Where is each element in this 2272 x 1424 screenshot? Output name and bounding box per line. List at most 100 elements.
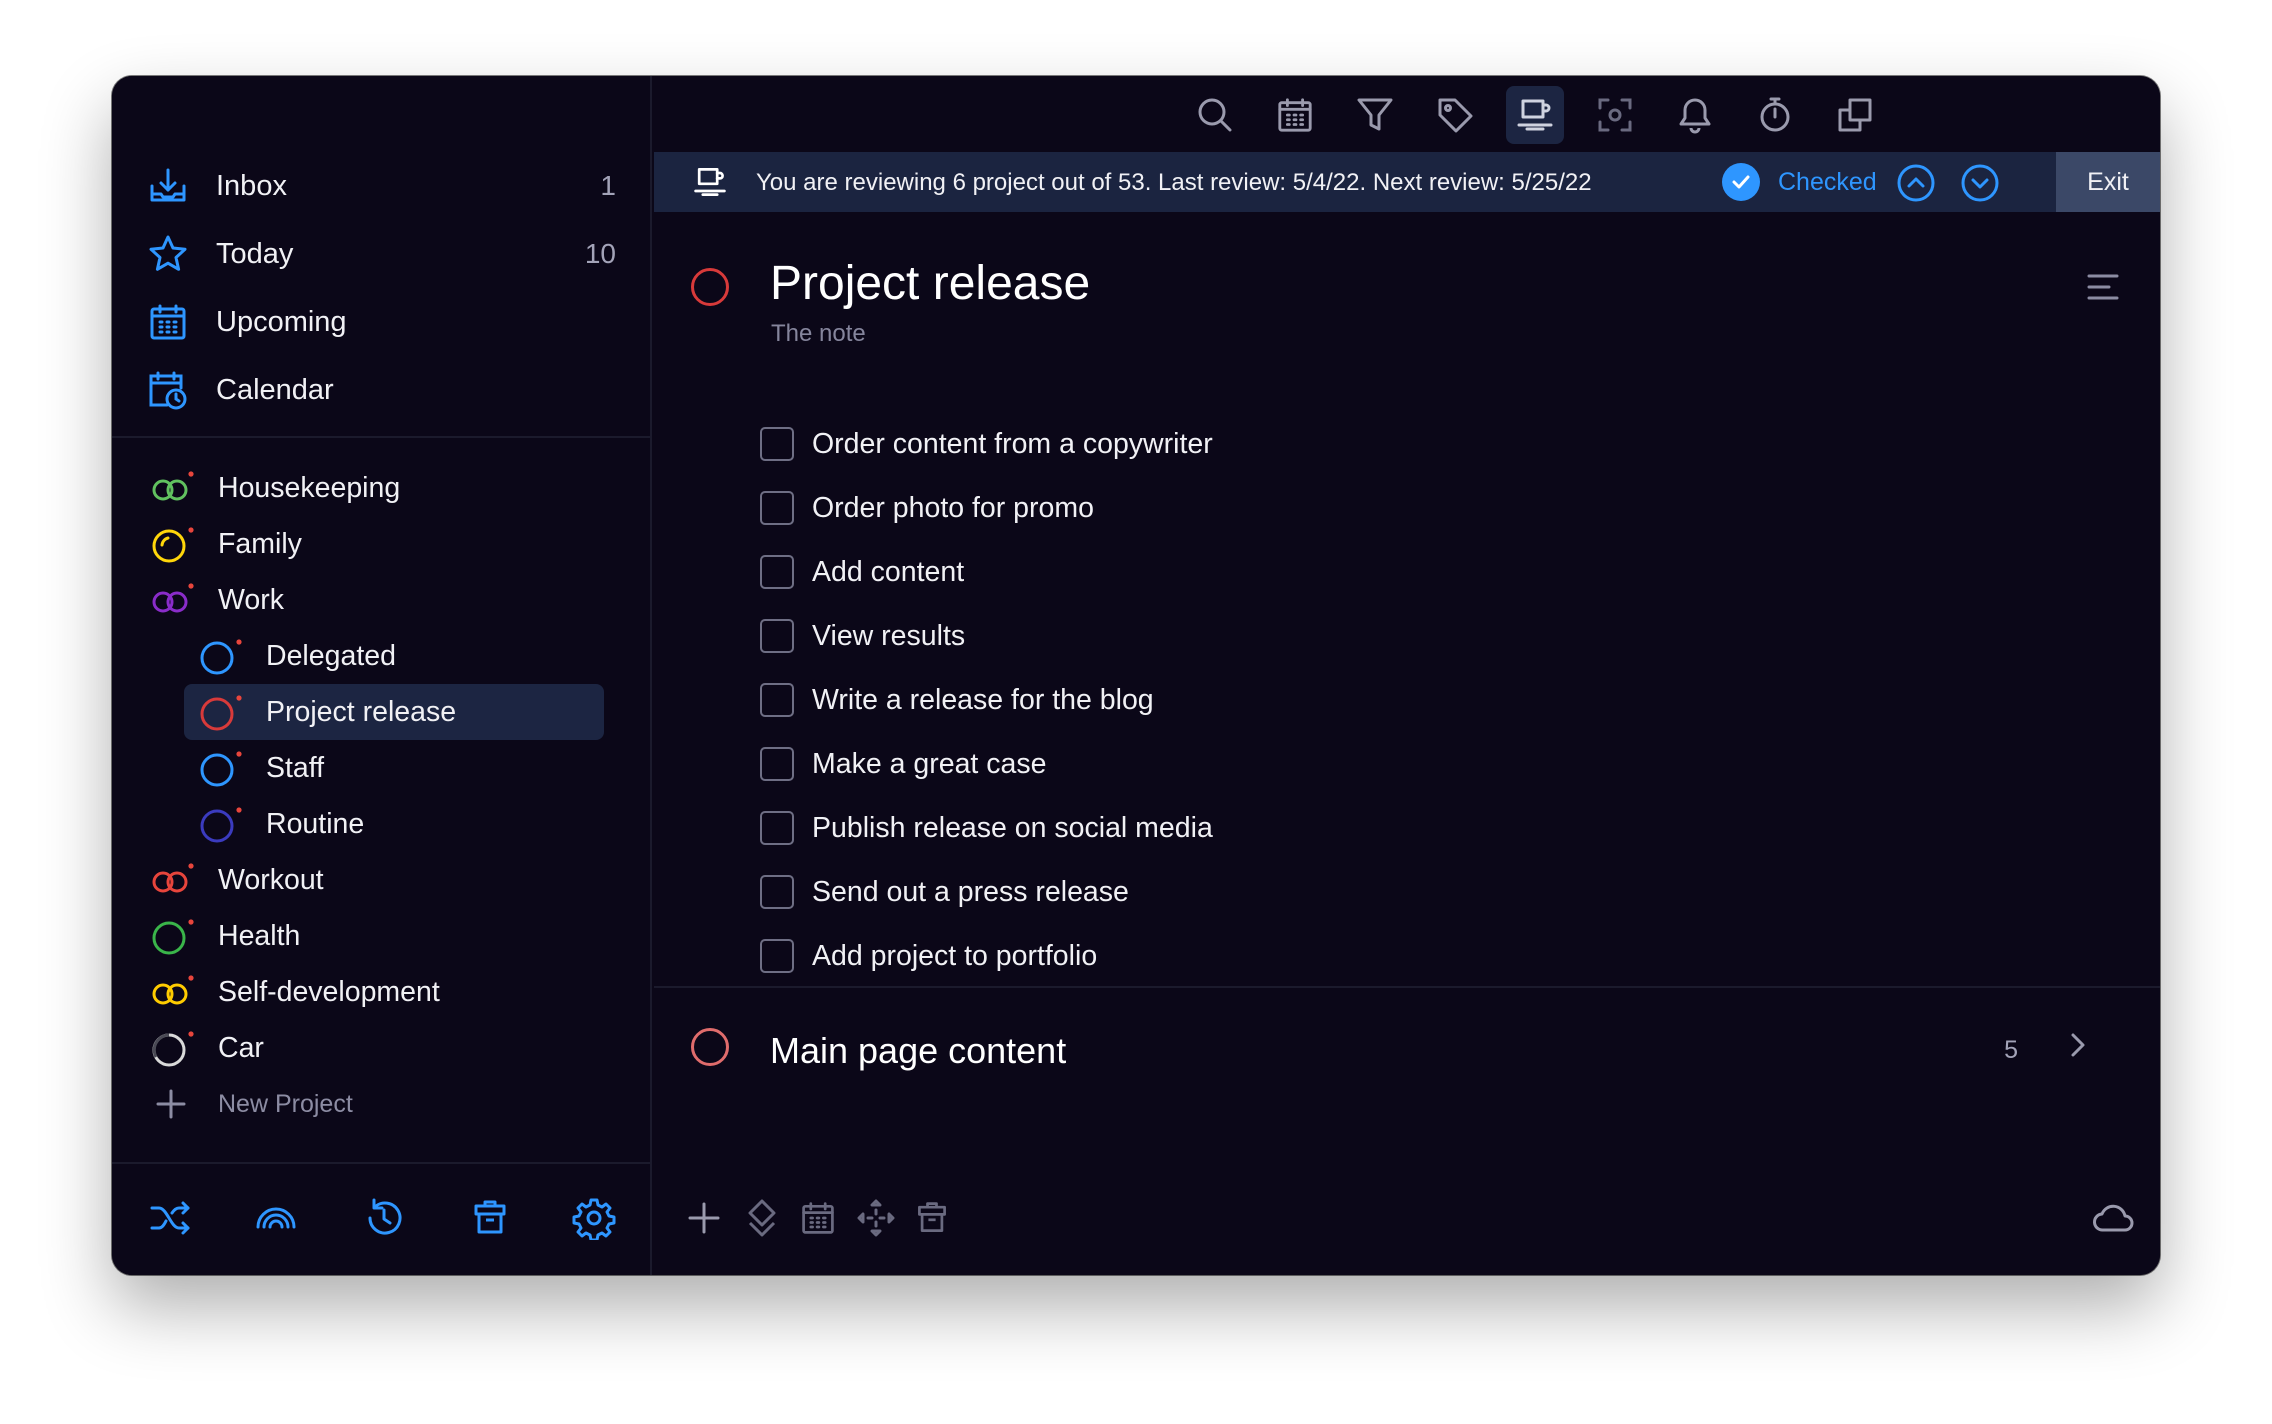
infinity-icon bbox=[148, 969, 194, 1015]
history-icon[interactable] bbox=[360, 1194, 408, 1242]
task-checkbox[interactable] bbox=[760, 427, 794, 461]
review-status-text: You are reviewing 6 project out of 53. L… bbox=[756, 169, 1592, 196]
next-project-button[interactable] bbox=[1960, 163, 2000, 210]
project-housekeeping[interactable]: Housekeeping bbox=[148, 460, 604, 516]
new-project-label: New Project bbox=[218, 1089, 353, 1118]
previous-project-button[interactable] bbox=[1896, 163, 1936, 210]
task-row[interactable]: Send out a press release bbox=[654, 860, 2160, 924]
app-window: Inbox 1 Today 10 Upcoming Calendar House… bbox=[112, 76, 2160, 1275]
move-arrows-icon[interactable] bbox=[852, 1194, 900, 1242]
windows-icon[interactable] bbox=[1826, 86, 1884, 144]
project-note[interactable]: The note bbox=[771, 320, 866, 348]
search-icon[interactable] bbox=[1186, 86, 1244, 144]
trash-icon[interactable] bbox=[466, 1194, 514, 1242]
project-label: Health bbox=[218, 919, 301, 952]
project-work[interactable]: Work bbox=[148, 572, 604, 628]
calendar-icon[interactable] bbox=[794, 1194, 842, 1242]
review-banner: You are reviewing 6 project out of 53. L… bbox=[654, 152, 2160, 212]
nav-item-label: Calendar bbox=[216, 373, 334, 406]
task-checkbox[interactable] bbox=[760, 875, 794, 909]
nav-item-label: Upcoming bbox=[216, 305, 347, 338]
review-cup-icon bbox=[692, 164, 728, 207]
task-row[interactable]: Make a great case bbox=[654, 732, 2160, 796]
checklist-diamond-icon[interactable] bbox=[738, 1194, 786, 1242]
main-bottom-bar bbox=[654, 1188, 2160, 1248]
shuffle-icon[interactable] bbox=[146, 1194, 194, 1242]
task-checkbox[interactable] bbox=[760, 555, 794, 589]
cloud-sync-icon[interactable] bbox=[2090, 1194, 2138, 1242]
sidebar-nav: Inbox 1 Today 10 Upcoming Calendar bbox=[112, 152, 652, 424]
nav-item-today[interactable]: Today 10 bbox=[112, 220, 652, 288]
task-row[interactable]: Add content bbox=[654, 540, 2160, 604]
project-delegated[interactable]: Delegated bbox=[184, 628, 604, 684]
project-health[interactable]: Health bbox=[148, 908, 604, 964]
review-cup-icon[interactable] bbox=[1506, 86, 1564, 144]
task-row[interactable]: Order photo for promo bbox=[654, 476, 2160, 540]
bell-icon[interactable] bbox=[1666, 86, 1724, 144]
timer-icon[interactable] bbox=[1746, 86, 1804, 144]
focus-icon[interactable] bbox=[1586, 86, 1644, 144]
nav-item-calendar[interactable]: Calendar bbox=[112, 356, 652, 424]
project-routine[interactable]: Routine bbox=[184, 796, 604, 852]
ring-icon bbox=[196, 801, 242, 847]
task-row[interactable]: Order content from a copywriter bbox=[654, 412, 2160, 476]
tag-icon[interactable] bbox=[1426, 86, 1484, 144]
task-label: Order photo for promo bbox=[812, 491, 1094, 524]
task-label: Write a release for the blog bbox=[812, 683, 1154, 716]
task-label: Publish release on social media bbox=[812, 811, 1213, 844]
nav-item-label: Inbox bbox=[216, 169, 287, 202]
filter-icon[interactable] bbox=[1346, 86, 1404, 144]
project-list: Housekeeping Family Work Delegated Proje… bbox=[112, 460, 652, 1132]
sidebar-divider bbox=[112, 1162, 652, 1164]
subproject-complete-toggle[interactable] bbox=[689, 1026, 731, 1073]
nav-item-count: 10 bbox=[584, 238, 616, 269]
infinity-icon bbox=[148, 465, 194, 511]
task-checkbox[interactable] bbox=[760, 939, 794, 973]
task-row[interactable]: Add project to portfolio bbox=[654, 924, 2160, 988]
project-label: Family bbox=[218, 527, 302, 560]
add-task-icon[interactable] bbox=[680, 1194, 728, 1242]
nav-item-inbox[interactable]: Inbox 1 bbox=[112, 152, 652, 220]
project-label: Routine bbox=[266, 807, 365, 840]
project-title[interactable]: Project release bbox=[770, 256, 1090, 311]
task-list: Order content from a copywriter Order ph… bbox=[654, 412, 2160, 988]
task-checkbox[interactable] bbox=[760, 619, 794, 653]
task-label: View results bbox=[812, 619, 966, 652]
checked-toggle[interactable]: Checked bbox=[1722, 163, 1877, 201]
calendar-icon[interactable] bbox=[1266, 86, 1324, 144]
menu-lines-icon[interactable] bbox=[2086, 272, 2120, 307]
rainbow-icon[interactable] bbox=[252, 1194, 300, 1242]
task-checkbox[interactable] bbox=[760, 683, 794, 717]
project-complete-toggle[interactable] bbox=[689, 266, 731, 313]
task-checkbox[interactable] bbox=[760, 747, 794, 781]
task-row[interactable]: Publish release on social media bbox=[654, 796, 2160, 860]
project-car[interactable]: Car bbox=[148, 1020, 604, 1076]
calendar-clock-icon bbox=[146, 368, 190, 412]
project-label: Housekeeping bbox=[218, 471, 401, 504]
chevron-right-icon[interactable] bbox=[2068, 1030, 2088, 1065]
project-project-release[interactable]: Project release bbox=[184, 684, 604, 740]
task-checkbox[interactable] bbox=[760, 811, 794, 845]
task-label: Add project to portfolio bbox=[812, 939, 1098, 972]
nav-item-label: Today bbox=[216, 237, 294, 270]
ring-icon bbox=[148, 521, 194, 567]
task-checkbox[interactable] bbox=[760, 491, 794, 525]
task-row[interactable]: View results bbox=[654, 604, 2160, 668]
ring-icon bbox=[148, 913, 194, 959]
new-project-button[interactable]: New Project bbox=[148, 1076, 604, 1132]
star-icon bbox=[146, 232, 190, 276]
calendar-grid-icon bbox=[146, 300, 190, 344]
sidebar-bottom-bar bbox=[112, 1188, 652, 1248]
exit-review-button[interactable]: Exit bbox=[2056, 152, 2160, 212]
project-staff[interactable]: Staff bbox=[184, 740, 604, 796]
project-label: Delegated bbox=[266, 639, 396, 672]
subproject-row[interactable]: Main page content 5 bbox=[654, 988, 2160, 1108]
project-family[interactable]: Family bbox=[148, 516, 604, 572]
checked-label: Checked bbox=[1778, 167, 1877, 196]
project-workout[interactable]: Workout bbox=[148, 852, 604, 908]
trash-icon[interactable] bbox=[908, 1194, 956, 1242]
project-self-development[interactable]: Self-development bbox=[148, 964, 604, 1020]
settings-gear-icon[interactable] bbox=[570, 1194, 618, 1242]
task-row[interactable]: Write a release for the blog bbox=[654, 668, 2160, 732]
nav-item-upcoming[interactable]: Upcoming bbox=[112, 288, 652, 356]
